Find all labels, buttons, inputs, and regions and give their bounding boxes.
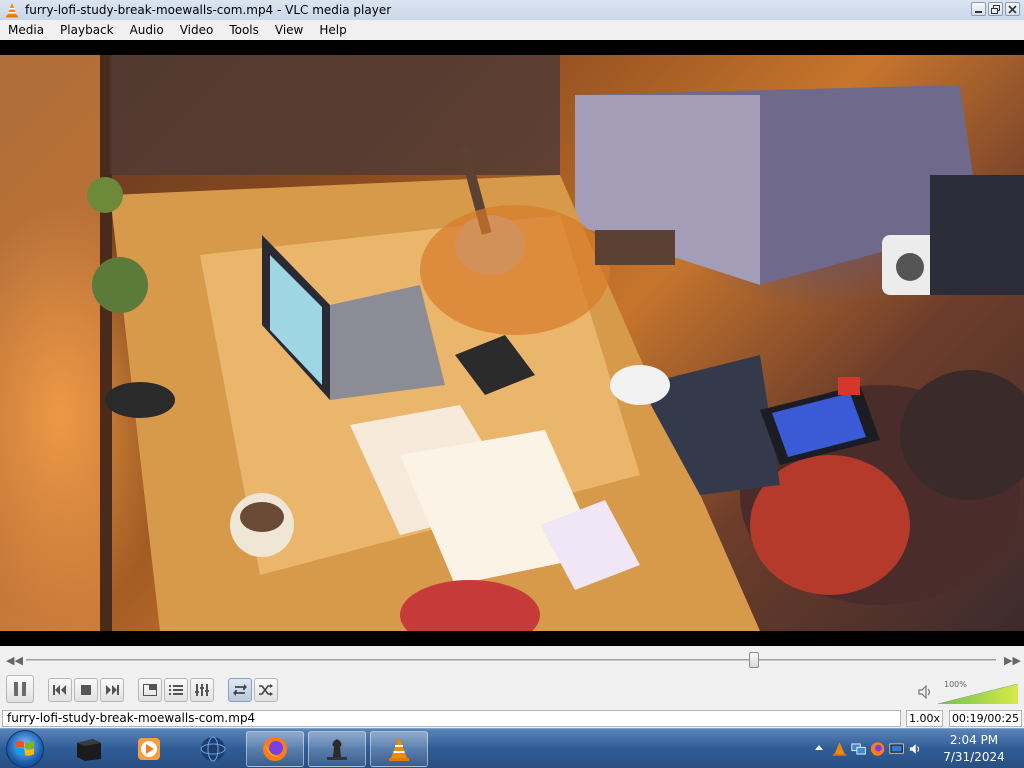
menu-view[interactable]: View (267, 20, 311, 40)
show-hidden-icons-icon[interactable] (813, 742, 825, 754)
lofi-room-illustration (0, 55, 1024, 631)
vlc-cone-icon (6, 3, 18, 18)
chess-icon (327, 739, 347, 760)
minimize-icon (975, 10, 982, 13)
clock-date: 7/31/2024 (943, 750, 1005, 764)
seek-bar-row: ◀◀ ▶▶ (0, 651, 1024, 669)
taskbar-app-terminal[interactable] (60, 731, 118, 767)
speaker-icon[interactable] (918, 685, 934, 699)
next-button[interactable] (100, 678, 124, 702)
volume-control[interactable]: 100% (916, 680, 1020, 704)
restore-button[interactable] (988, 2, 1003, 16)
stop-button[interactable] (74, 678, 98, 702)
fast-forward-icon[interactable]: ▶▶ (1004, 654, 1021, 667)
window-controls (971, 2, 1020, 16)
extended-settings-button[interactable] (164, 678, 188, 702)
taskbar-app-firefox[interactable] (246, 731, 304, 767)
time-display[interactable]: 00:19/00:25 (949, 710, 1022, 727)
windows-logo-icon (16, 741, 34, 756)
firefox-tray-icon[interactable] (870, 740, 885, 758)
seek-track[interactable] (26, 659, 996, 661)
shuffle-button[interactable] (254, 678, 278, 702)
menu-playback[interactable]: Playback (52, 20, 122, 40)
taskbar-app-media-player[interactable] (120, 731, 178, 767)
video-frame (0, 55, 1024, 631)
close-button[interactable] (1005, 2, 1020, 16)
controls-bar: 100% (0, 675, 1024, 707)
start-button[interactable] (6, 730, 44, 768)
menu-help[interactable]: Help (311, 20, 354, 40)
pause-icon (14, 682, 26, 696)
window-title: furry-lofi-study-break-moewalls-com.mp4 … (25, 3, 392, 17)
volume-tray-icon[interactable] (909, 741, 922, 757)
loop-icon (233, 684, 247, 696)
close-icon (1008, 4, 1017, 14)
playlist-button[interactable] (190, 678, 214, 702)
taskbar-app-chess[interactable] (308, 731, 366, 767)
next-icon (106, 685, 119, 695)
taskbar-app-vlc[interactable] (370, 731, 428, 767)
fullscreen-button[interactable] (138, 678, 162, 702)
system-tray (828, 731, 922, 767)
menu-video[interactable]: Video (172, 20, 222, 40)
fullscreen-icon (143, 684, 157, 696)
vlc-tray-icon[interactable] (832, 740, 847, 758)
taskbar: 2:04 PM 7/31/2024 (0, 728, 1024, 768)
status-bar: furry-lofi-study-break-moewalls-com.mp4 … (0, 708, 1024, 728)
vlc-window: furry-lofi-study-break-moewalls-com.mp4 … (0, 0, 1024, 728)
previous-button[interactable] (48, 678, 72, 702)
playback-speed[interactable]: 1.00x (906, 710, 943, 727)
clock-time: 2:04 PM (949, 733, 999, 747)
playlist-icon (195, 684, 209, 696)
monitor-icon[interactable] (889, 740, 905, 758)
black-box-icon (77, 739, 101, 761)
network-icon[interactable] (851, 740, 866, 758)
globe-icon (200, 736, 226, 762)
loop-button[interactable] (228, 678, 252, 702)
firefox-icon (263, 737, 287, 761)
shuffle-icon (259, 684, 273, 696)
pause-button[interactable] (6, 675, 34, 703)
extended-settings-icon (169, 685, 183, 695)
video-output[interactable] (0, 40, 1024, 646)
minimize-button[interactable] (971, 2, 986, 16)
stop-icon (81, 685, 91, 695)
menu-media[interactable]: Media (0, 20, 52, 40)
rewind-icon[interactable]: ◀◀ (6, 654, 23, 667)
title-bar: furry-lofi-study-break-moewalls-com.mp4 … (0, 0, 1024, 20)
volume-slider[interactable] (938, 684, 1018, 704)
seek-handle[interactable] (748, 652, 759, 668)
vlc-cone-icon (389, 737, 409, 761)
taskbar-clock[interactable]: 2:04 PM 7/31/2024 (930, 732, 1018, 766)
taskbar-app-browser[interactable] (184, 731, 242, 767)
previous-icon (53, 685, 66, 695)
media-player-icon (138, 738, 160, 760)
menu-audio[interactable]: Audio (122, 20, 172, 40)
menu-bar: Media Playback Audio Video Tools View He… (0, 20, 1024, 40)
restore-icon (991, 4, 1000, 14)
menu-tools[interactable]: Tools (221, 20, 267, 40)
status-filename: furry-lofi-study-break-moewalls-com.mp4 (2, 710, 901, 727)
